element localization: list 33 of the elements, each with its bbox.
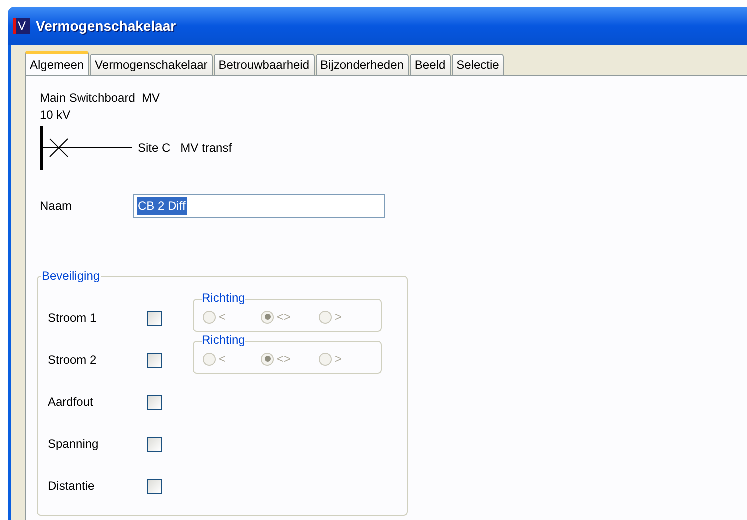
radio-label: <: [219, 309, 226, 326]
radio-label: <>: [277, 309, 292, 326]
group-title: Beveiliging: [41, 269, 102, 283]
checkbox[interactable]: [147, 310, 162, 326]
radio-label: >: [335, 351, 342, 368]
voltage-label: 10 kV: [40, 108, 72, 123]
protection-label: Stroom 1: [48, 310, 98, 327]
switchboard-label: Main Switchboard MV: [40, 91, 162, 106]
window-title: Vermogenschakelaar: [36, 16, 176, 36]
tab[interactable]: Beeld: [410, 54, 451, 75]
tab[interactable]: Algemeen: [25, 51, 90, 75]
radio-label: <: [219, 351, 226, 368]
naam-label: Naam: [40, 198, 74, 215]
radio-label: >: [335, 309, 342, 326]
naam-field[interactable]: CB 2 Diff: [133, 194, 385, 218]
connection-label: Site C MV transf: [138, 140, 232, 157]
tab[interactable]: Selectie: [452, 54, 504, 75]
radio-label: <>: [277, 351, 292, 368]
tab[interactable]: Bijzonderheden: [316, 54, 409, 75]
tab[interactable]: Vermogenschakelaar: [90, 54, 213, 75]
group-title: Richting: [202, 290, 246, 304]
protection-label: Stroom 2: [48, 352, 98, 369]
checkbox[interactable]: [147, 394, 162, 410]
breaker-symbol-icon: [40, 126, 132, 170]
app-icon: V: [13, 18, 30, 34]
protection-label: Distantie: [48, 478, 96, 495]
group-title: Richting: [202, 332, 246, 346]
protection-label: Aardfout: [48, 394, 94, 411]
checkbox[interactable]: [147, 436, 162, 452]
protection-label: Spanning: [48, 436, 100, 453]
checkbox[interactable]: [147, 478, 162, 494]
tab[interactable]: Betrouwbaarheid: [214, 54, 315, 75]
checkbox[interactable]: [147, 352, 162, 368]
